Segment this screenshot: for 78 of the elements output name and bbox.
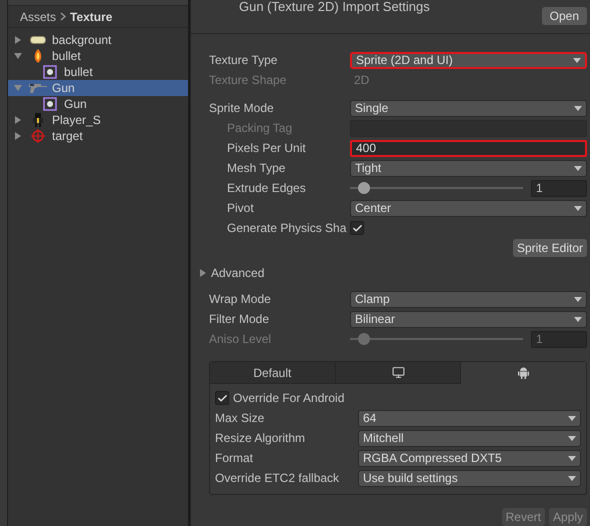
breadcrumb-current: Texture [70,8,112,26]
field-label: Format [215,450,254,467]
gun-icon [29,83,47,93]
open-button[interactable]: Open [542,7,587,25]
dropdown[interactable]: Bilinear [350,310,587,328]
checkbox[interactable] [350,221,364,235]
flame-icon [34,49,42,63]
tree-item-label: bullet [64,64,93,81]
crosshair-icon [31,129,45,143]
advanced-foldout[interactable]: Advanced [199,263,587,283]
sprite-icon [43,97,57,111]
caret-icon [574,106,582,110]
field-label: Resize Algorithm [215,430,306,447]
caret-icon [568,436,576,440]
tree-item-label: target [52,128,83,145]
field-label: Pixels Per Unit [227,140,307,157]
field-label: Mesh Type [227,160,286,177]
tree-item-label: backgrount [52,32,112,49]
field-label: Texture Shape [209,72,288,89]
caret-icon [568,456,576,460]
tree-item[interactable]: Player_S [8,112,188,128]
field-label: Aniso Level [209,331,272,348]
number-field[interactable]: 1 [531,180,587,196]
monitor-icon [392,366,404,379]
expanded-arrow-icon[interactable] [12,52,24,60]
field-label: Packing Tag [227,120,294,137]
checkmark-icon [216,392,228,404]
platform-tab[interactable]: Default [210,362,336,384]
tree-item-label: Gun [64,96,87,113]
field-label: Extrude Edges [227,180,307,197]
tree-item-label: bullet [52,48,81,65]
dropdown[interactable]: Clamp [350,290,587,308]
caret-icon [574,206,582,210]
dropdown[interactable]: 64 [358,410,581,426]
breadcrumb-link[interactable]: Assets [20,8,56,26]
dropdown[interactable]: Tight [350,160,587,176]
dropdown[interactable]: Center [350,200,587,216]
tree-item[interactable]: bullet [8,64,188,80]
tree-item[interactable]: backgrount [8,32,188,48]
tree-item[interactable]: Gun [8,96,188,112]
dropdown[interactable]: Single [350,100,587,116]
caret-icon [573,58,581,62]
checkbox-label: Override For Android [233,390,344,407]
caret-icon [574,296,582,302]
dropdown[interactable]: Mitchell [358,430,581,446]
sprite-editor-button[interactable]: Sprite Editor [512,239,587,257]
checkbox[interactable] [215,391,229,405]
dropdown[interactable]: RGBA Compressed DXT5 [358,450,581,466]
chevron-right-icon [60,12,66,21]
field-label: Pivot [227,200,255,217]
value-text: 2D [353,72,370,89]
input-field[interactable]: 400 [350,140,587,156]
tree-item-label: Gun [52,80,75,97]
tree-item[interactable]: bullet [8,48,188,64]
field-label: Wrap Mode [209,291,272,308]
tree-item[interactable]: Gun [8,80,188,96]
field-label: Sprite Mode [209,100,275,117]
dropdown[interactable]: Use build settings [358,470,581,486]
tree-item-label: Player_S [52,112,101,129]
tree-item[interactable]: target [8,128,188,144]
caret-icon [574,166,582,170]
player-figure-icon [32,113,44,127]
slider-thumb[interactable] [358,182,370,194]
field-label: Filter Mode [209,311,270,328]
background-thumbnail-icon [30,36,46,44]
checkmark-icon [352,222,362,234]
field-label: Max Size [215,410,266,427]
field-label: Generate Physics Sha [227,220,348,237]
sprite-icon [43,65,57,79]
caret-icon [568,416,576,420]
field-label: Texture Type [209,52,278,69]
android-icon [518,367,530,379]
collapsed-arrow-icon [199,269,207,277]
inspector-title: Gun (Texture 2D) Import Settings [239,0,430,14]
caret-icon [568,476,576,480]
caret-icon [574,316,582,322]
field-label: Override ETC2 fallback [215,470,340,487]
dropdown[interactable]: Sprite (2D and UI) [350,52,587,68]
